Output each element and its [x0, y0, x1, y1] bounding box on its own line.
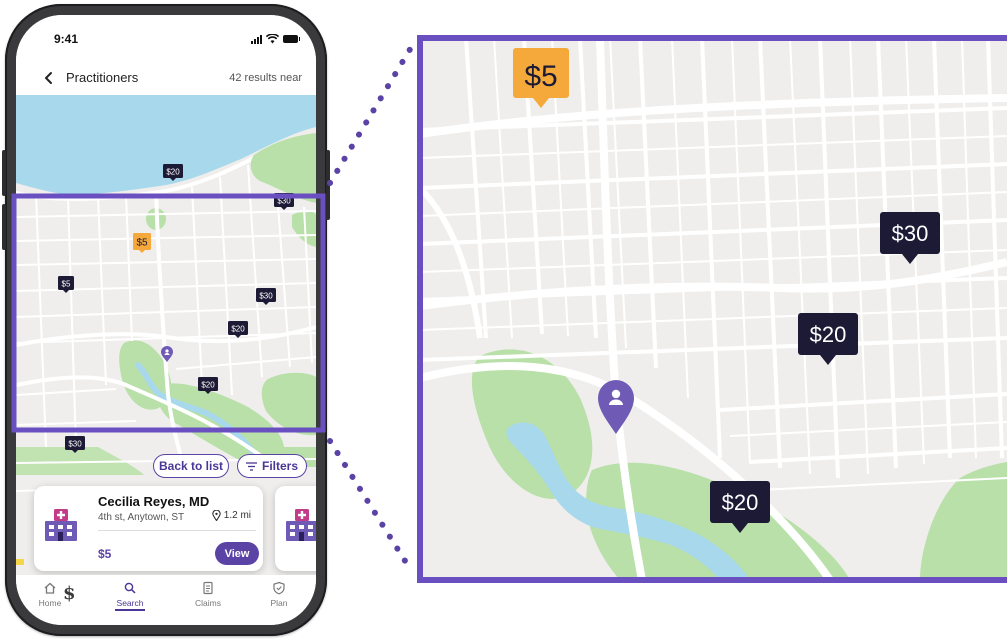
- zoom-price-marker-label: $5: [524, 60, 557, 93]
- zoom-map-markers: $5 $30 $20 $20: [513, 48, 940, 533]
- price-marker[interactable]: $20: [163, 164, 183, 181]
- price-marker[interactable]: $20: [198, 377, 218, 394]
- zoom-selection-frame: [11, 193, 326, 433]
- user-location-pin-icon: [161, 346, 173, 362]
- connector-bottom: [327, 438, 415, 575]
- price-marker-label: $20: [166, 168, 180, 177]
- zoom-user-location-pin-icon: [598, 380, 634, 434]
- zoom-price-marker[interactable]: $30: [880, 212, 940, 264]
- price-marker-label: $30: [68, 440, 82, 449]
- price-marker-label: $20: [231, 325, 245, 334]
- zoom-price-marker[interactable]: $20: [710, 481, 770, 533]
- connector-top: [327, 43, 415, 186]
- price-marker-label: $20: [201, 381, 215, 390]
- price-marker-label: $5: [62, 280, 71, 289]
- zoom-price-marker-label: $20: [722, 490, 759, 515]
- price-marker-highlighted[interactable]: $5: [133, 233, 151, 253]
- price-marker[interactable]: $20: [228, 321, 248, 338]
- map-markers: $20 $30 $5 $5 $30 $20 $20 $30: [58, 164, 294, 453]
- zoom-price-marker-label: $30: [892, 221, 929, 246]
- price-marker[interactable]: $5: [58, 276, 74, 293]
- price-marker-label: $5: [136, 238, 148, 249]
- price-marker[interactable]: $30: [65, 436, 85, 453]
- price-marker[interactable]: $30: [256, 288, 276, 305]
- price-marker-label: $30: [259, 292, 273, 301]
- zoom-price-marker-highlighted[interactable]: $5: [513, 48, 569, 108]
- zoom-price-marker-label: $20: [810, 322, 847, 347]
- zoom-price-marker[interactable]: $20: [798, 313, 858, 365]
- zoomed-map-view[interactable]: $5 $30 $20 $20: [420, 38, 1007, 580]
